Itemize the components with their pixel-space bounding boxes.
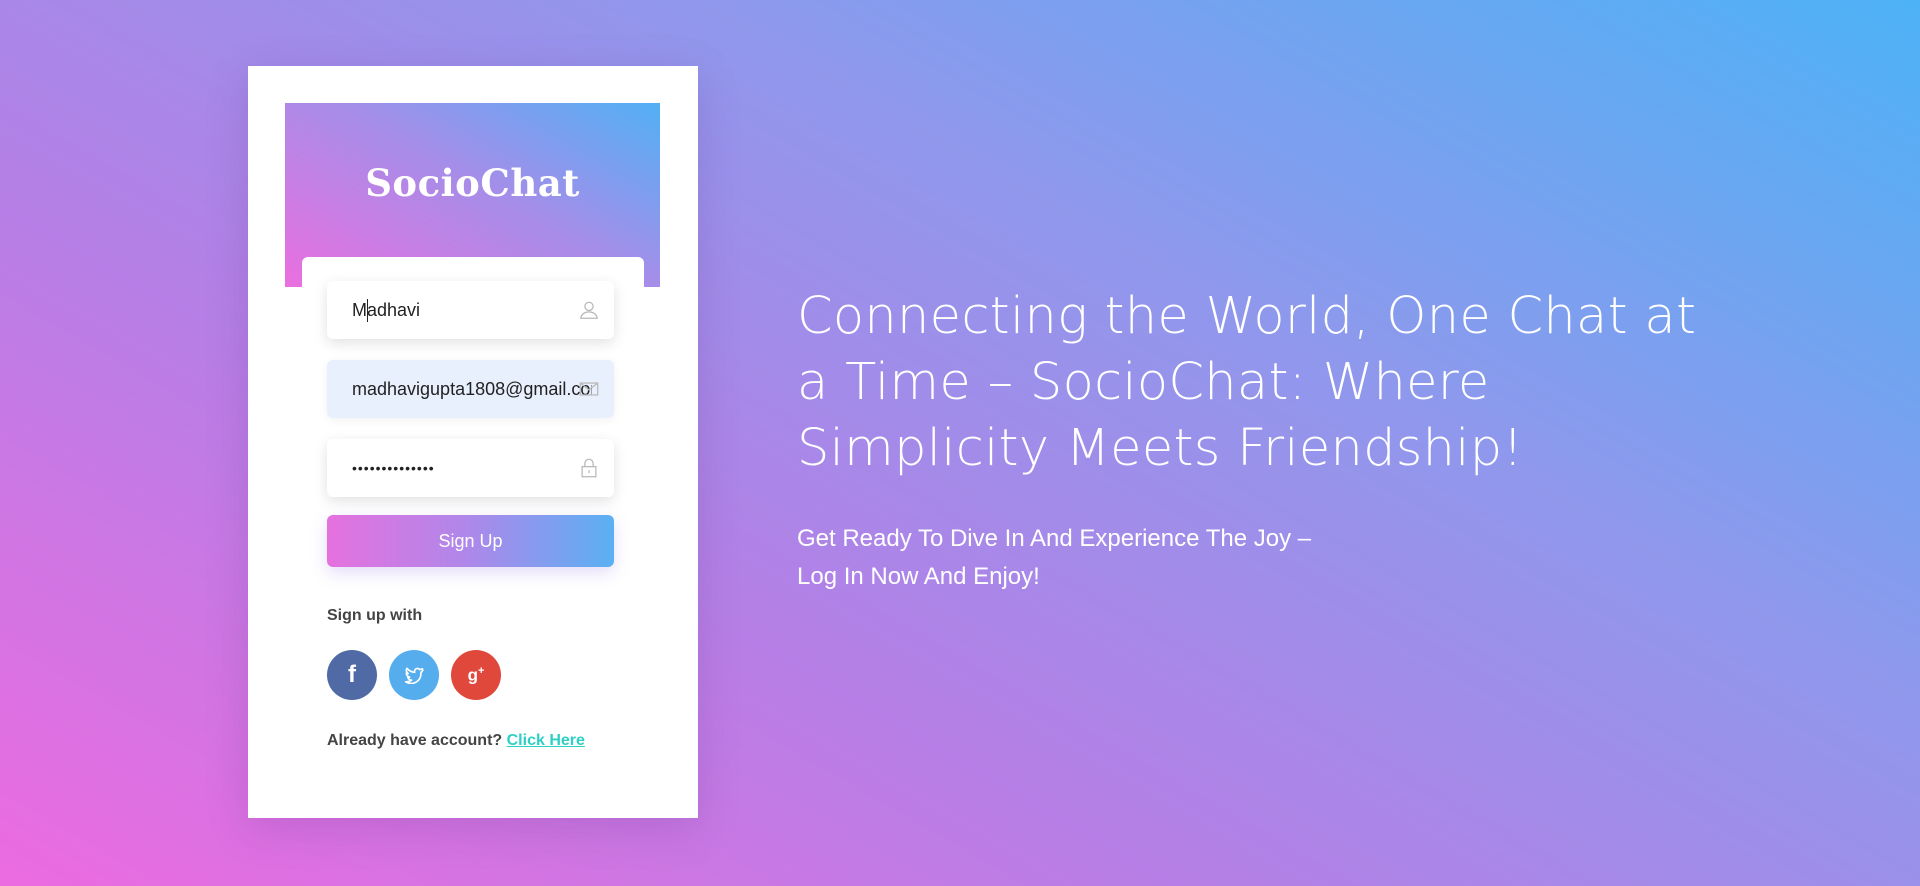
user-icon	[579, 301, 599, 319]
facebook-button[interactable]: f	[327, 650, 377, 700]
signup-card: SocioChat Madhavi madhavigupta1808@gmail…	[248, 66, 698, 818]
hero-title: Connecting the World, One Chat at a Time…	[797, 287, 1697, 478]
name-field[interactable]: Madhavi	[327, 281, 614, 339]
twitter-button[interactable]	[389, 650, 439, 700]
email-field[interactable]: madhavigupta1808@gmail.com	[327, 360, 614, 418]
name-input[interactable]: Madhavi	[352, 281, 592, 339]
envelope-icon	[579, 382, 599, 396]
login-prompt-text: Already have account?	[327, 732, 503, 749]
signup-form: Madhavi madhavigupta1808@gmail.com •••••…	[302, 257, 644, 777]
hero-section: Connecting the World, One Chat at a Time…	[797, 284, 1717, 596]
password-input[interactable]: ••••••••••••••	[352, 439, 592, 497]
hero-subtitle: Get Ready To Dive In And Experience The …	[797, 525, 1312, 590]
password-field[interactable]: ••••••••••••••	[327, 439, 614, 497]
facebook-icon: f	[348, 661, 356, 688]
email-input[interactable]: madhavigupta1808@gmail.com	[352, 360, 592, 418]
login-prompt: Already have account? Click Here	[327, 732, 585, 750]
google-plus-button[interactable]: g+	[451, 650, 501, 700]
lock-icon	[581, 458, 597, 478]
google-plus-icon: g+	[467, 664, 485, 685]
brand-logo: SocioChat	[365, 161, 580, 205]
twitter-icon	[404, 667, 424, 684]
signup-button[interactable]: Sign Up	[327, 515, 614, 567]
signup-with-label: Sign up with	[327, 607, 423, 624]
text-caret	[367, 299, 368, 322]
login-link[interactable]: Click Here	[507, 732, 585, 749]
